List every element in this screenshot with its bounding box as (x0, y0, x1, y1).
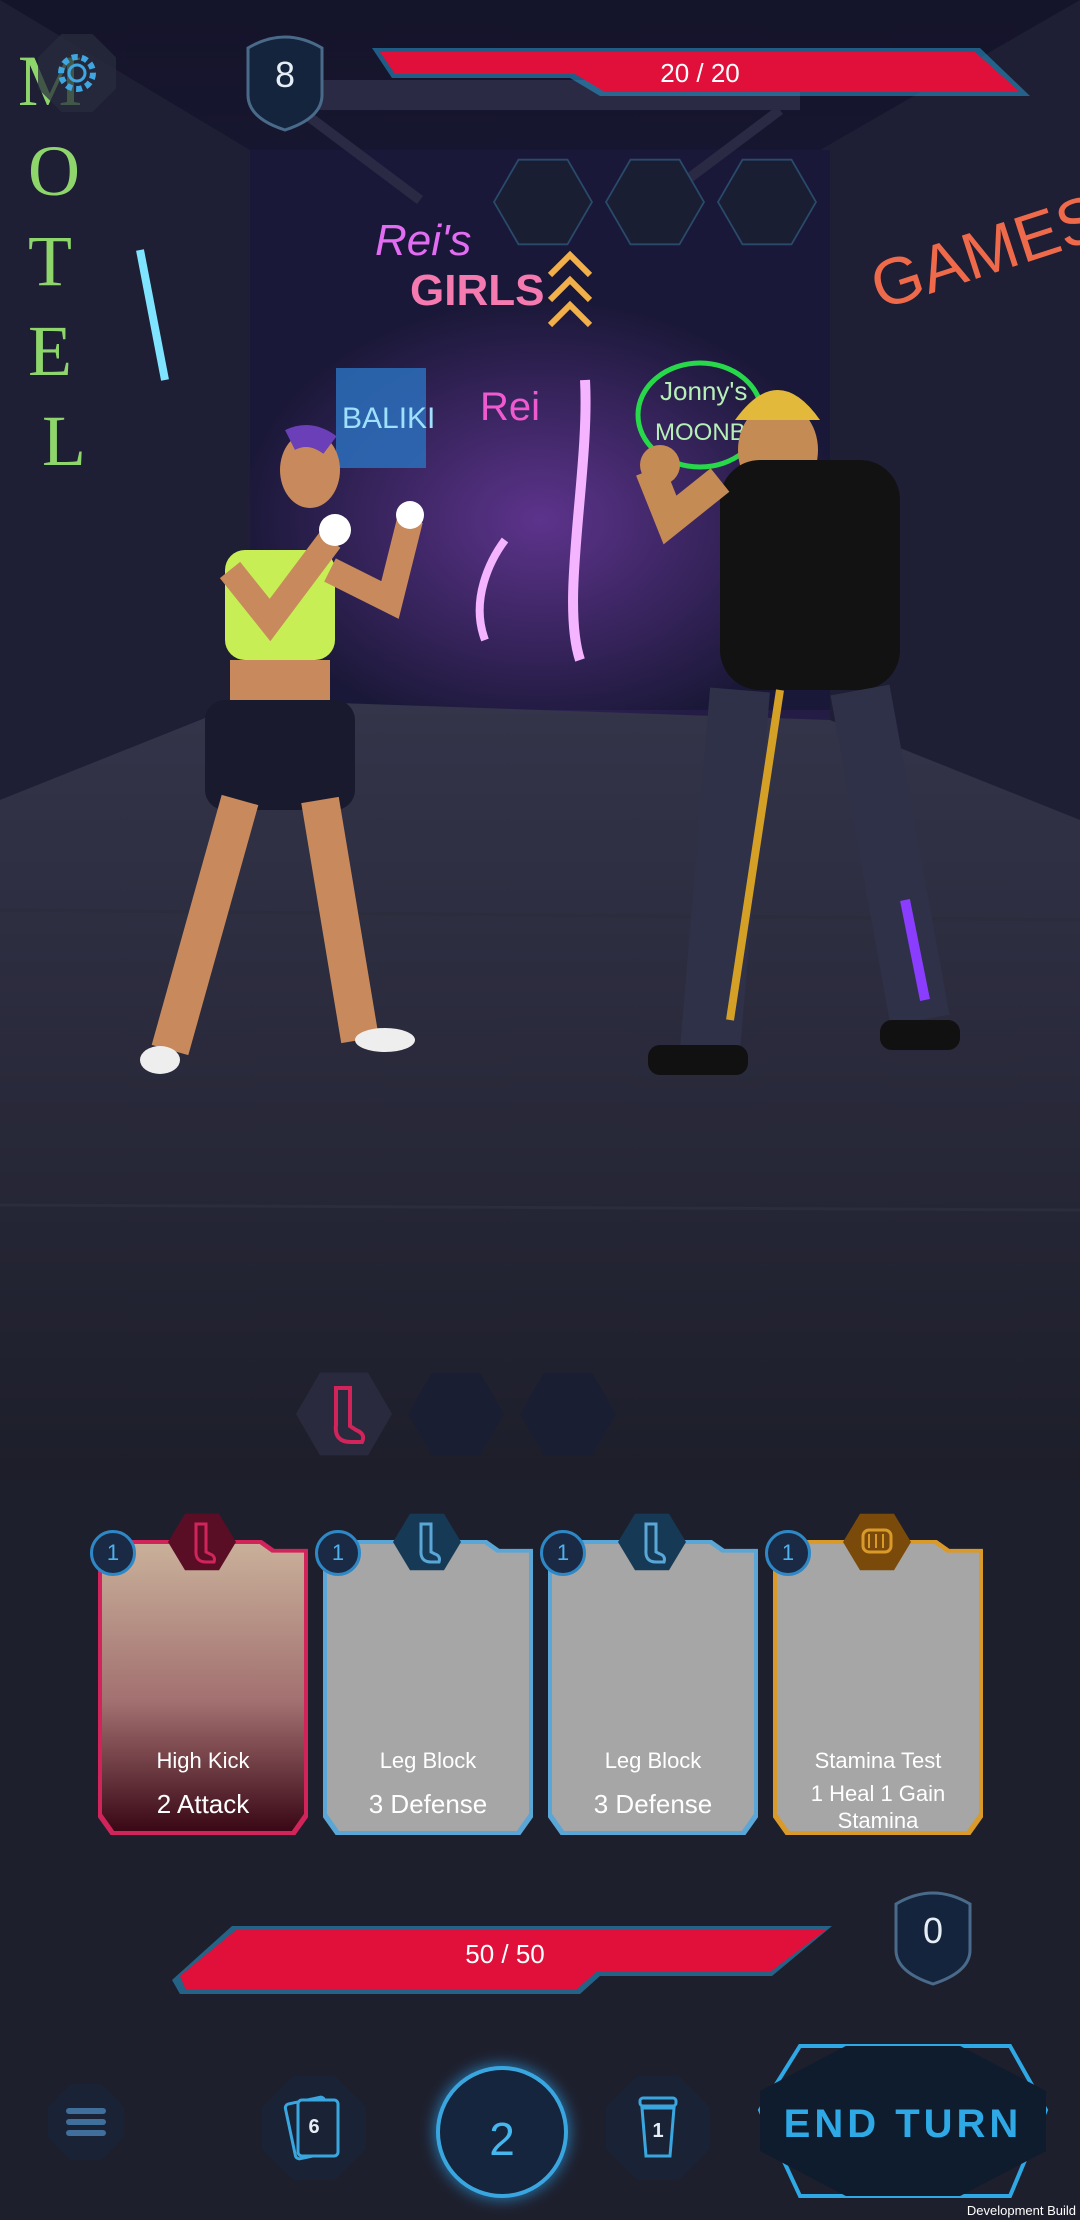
card-title: Leg Block (604, 1748, 702, 1773)
end-turn-button[interactable]: END TURN (760, 2046, 1046, 2196)
enemy-hp-text: 20 / 20 (660, 58, 740, 88)
hand-card[interactable]: Stamina Test 1 Heal 1 Gain Stamina (773, 1540, 983, 1835)
enemy-block-shield: 8 (247, 30, 323, 130)
card-cost-badge: 1 (540, 1530, 586, 1576)
card-description: 2 Attack (156, 1789, 250, 1819)
enemy-block-value: 8 (274, 54, 296, 95)
player-block-shield: 0 (895, 1886, 971, 1986)
draw-pile-count: 6 (308, 2116, 320, 2138)
card-description: 3 Defense (368, 1789, 488, 1819)
hand-card[interactable]: Leg Block 3 Defense (323, 1540, 533, 1835)
enemy-hp-bar: 20 / 20 (375, 50, 1025, 94)
player-hp-text: 50 / 50 (465, 1939, 545, 1969)
motel-l: L (42, 401, 86, 481)
card-title: High Kick (156, 1748, 250, 1773)
player-block-value: 0 (922, 1910, 944, 1951)
motel-e: E (28, 311, 72, 391)
jonnys-sign: Jonny's (660, 376, 747, 406)
player-hp-bar: 50 / 50 (180, 1930, 830, 1990)
hand-card[interactable]: Leg Block 3 Defense (548, 1540, 758, 1835)
hand-card[interactable]: High Kick 2 Attack (98, 1540, 308, 1835)
gear-icon (58, 54, 96, 92)
card-title: Stamina Test (814, 1748, 942, 1773)
card-face (552, 1544, 754, 1831)
card-description: 3 Defense (593, 1789, 713, 1819)
reis-small-sign: Rei (480, 385, 540, 429)
baliki-sign: BALIKI (342, 402, 435, 435)
motel-t: T (28, 221, 72, 301)
reis-sign: Rei's (375, 216, 471, 265)
motel-o: O (28, 131, 80, 211)
card-title: Leg Block (379, 1748, 477, 1773)
girls-sign: GIRLS (410, 266, 544, 315)
dev-build-label: Development Build (966, 2203, 1076, 2218)
card-face (327, 1544, 529, 1831)
card-cost-badge: 1 (315, 1530, 361, 1576)
discard-pile-button[interactable]: 1 (606, 2076, 710, 2180)
card-description: 1 Heal 1 Gain Stamina (810, 1781, 946, 1833)
card-face (102, 1544, 304, 1831)
end-turn-label: END TURN (783, 2102, 1023, 2146)
card-cost-badge: 1 (90, 1530, 136, 1576)
energy-value: 2 (489, 2113, 515, 2165)
energy-orb: 2 (436, 2066, 568, 2198)
card-cost-badge: 1 (765, 1530, 811, 1576)
draw-pile-button[interactable]: 6 (262, 2076, 366, 2180)
discard-pile-count: 1 (652, 2120, 664, 2142)
